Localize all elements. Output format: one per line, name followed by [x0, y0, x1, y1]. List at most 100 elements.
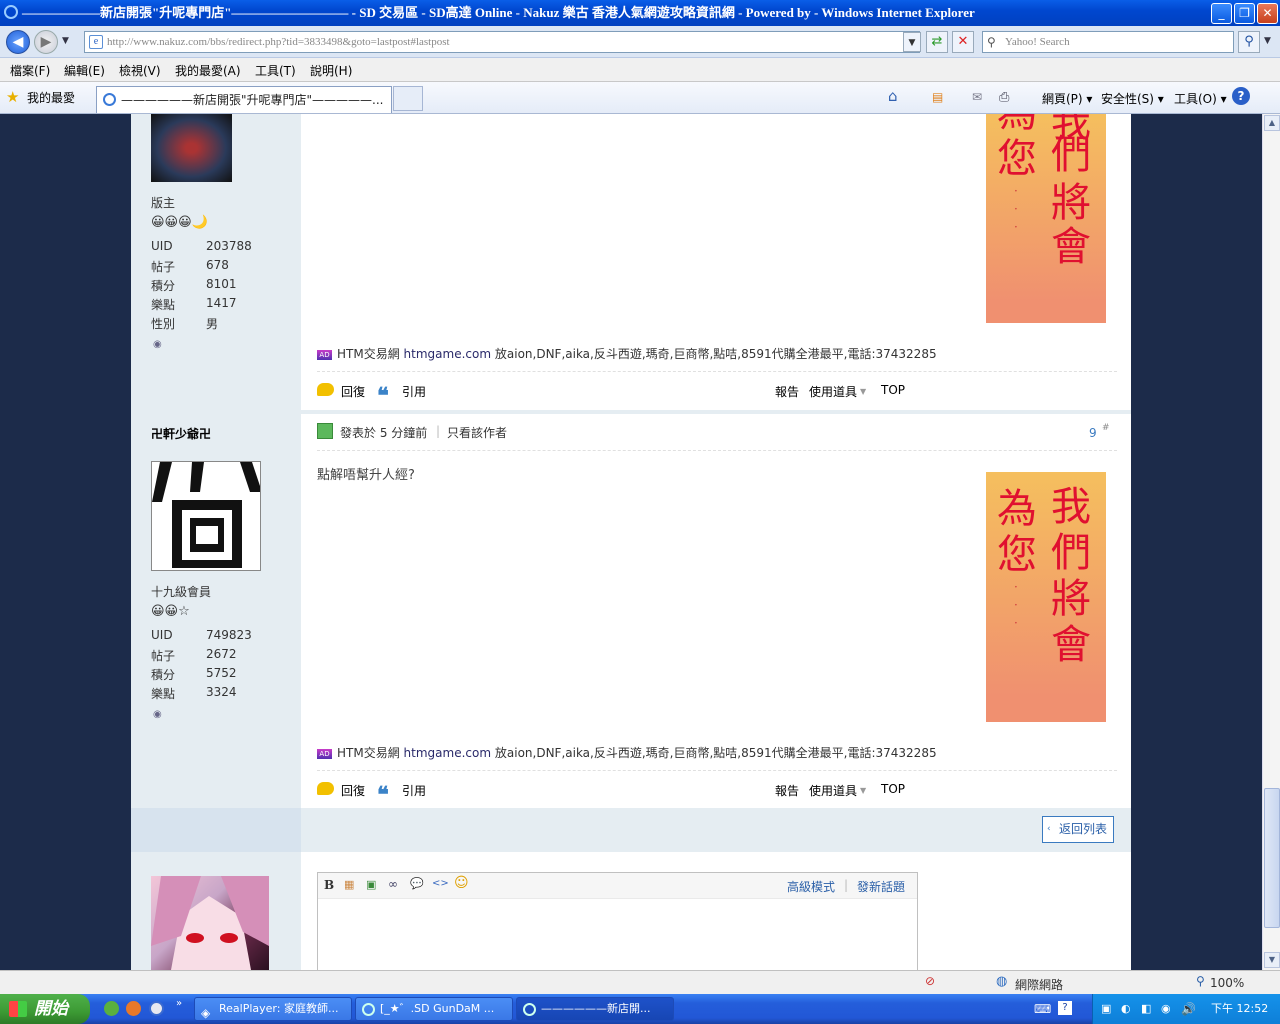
text-ad[interactable]: AD HTM交易網 htmgame.com 放aion,DNF,aika,反斗西遊… [317, 345, 937, 362]
avatar[interactable] [151, 876, 269, 970]
code-icon[interactable]: <> [432, 878, 449, 889]
menu-edit[interactable]: 編輯(E) [64, 62, 105, 79]
text-ad[interactable]: AD HTM交易網 htmgame.com 放aion,DNF,aika,反斗西遊… [317, 744, 937, 761]
tray-icon[interactable]: ◧ [1141, 994, 1151, 1024]
ad-link[interactable]: htmgame.com [404, 746, 492, 760]
keyboard-icon[interactable]: ⌨ [1034, 1002, 1051, 1016]
quote-button[interactable]: 引用 [402, 383, 426, 400]
avatar[interactable] [151, 461, 261, 571]
user-stats: UID 749823 帖子 2672 積分 5752 樂點 3324 [151, 628, 271, 704]
color-icon[interactable]: ▦ [344, 878, 354, 891]
bold-icon[interactable]: B [324, 878, 334, 892]
back-button[interactable]: ◀ [6, 30, 30, 54]
restore-button[interactable]: ❐ [1234, 3, 1255, 24]
tools-menu[interactable]: 工具(O) ▾ [1174, 90, 1227, 107]
feeds-icon[interactable]: ▤ [932, 90, 943, 104]
search-input[interactable]: ⚲ Yahoo! Search [982, 31, 1234, 53]
safety-menu[interactable]: 安全性(S) ▾ [1101, 90, 1164, 107]
quote-button[interactable]: 引用 [402, 782, 426, 799]
username[interactable]: 卍軒少爺卍 [151, 425, 211, 442]
stat-label: 樂點 [151, 298, 176, 312]
smiley-icon[interactable]: ☺ [454, 875, 469, 891]
taskbar-button-ie-active[interactable]: ——————新店開... [516, 997, 674, 1021]
minimize-button[interactable]: _ [1211, 3, 1232, 24]
volume-icon[interactable]: 🔊 [1181, 994, 1196, 1024]
ad-banner[interactable]: 為 您 ··· 我 們 將 會 [986, 114, 1106, 323]
quicklaunch-more-icon[interactable]: » [176, 998, 182, 1009]
taskbar-button-realplayer[interactable]: ◈ RealPlayer: 家庭教師... [194, 997, 352, 1021]
avatar[interactable] [151, 114, 232, 182]
ad-banner[interactable]: 為 您 ··· 我 們 將 會 [986, 472, 1106, 722]
home-icon[interactable]: ⌂ [888, 87, 898, 105]
tray-icon[interactable]: ◉ [1161, 994, 1171, 1024]
clock[interactable]: 下午 12:52 [1211, 994, 1268, 1024]
report-button[interactable]: 報告 [775, 383, 799, 400]
window-title: ——————新店開張"升呢專門店"————————— - SD 交易區 - SD… [22, 5, 975, 20]
zoom-level[interactable]: 100% [1210, 976, 1244, 990]
menu-help[interactable]: 說明(H) [310, 62, 352, 79]
help-tray-icon[interactable]: ? [1058, 1001, 1072, 1015]
top-link[interactable]: TOP [881, 782, 905, 796]
quote-insert-icon[interactable]: 💬 [410, 877, 424, 890]
scroll-thumb[interactable] [1264, 788, 1280, 928]
mail-icon[interactable]: ✉ [972, 90, 982, 104]
quote-icon: ❝ [377, 782, 389, 807]
back-to-list-button[interactable]: ‹ 返回列表 [1042, 816, 1114, 843]
ad-link[interactable]: htmgame.com [404, 347, 492, 361]
stat-value: 203788 [206, 239, 252, 253]
reply-button[interactable]: 回復 [341, 782, 365, 799]
status-bar: ⊘ ◍ 網際網路 ⚲ 100% [0, 970, 1280, 994]
menu-view[interactable]: 檢視(V) [119, 62, 161, 79]
print-icon[interactable]: ⎙ [999, 90, 1009, 105]
start-button[interactable]: 開始 [0, 994, 90, 1024]
menu-tools[interactable]: 工具(T) [255, 62, 296, 79]
history-dropdown-icon[interactable]: ▼ [62, 36, 69, 46]
back-to-list-label: 返回列表 [1059, 822, 1108, 836]
refresh-button[interactable]: ⇄ [926, 31, 948, 53]
media-icon[interactable] [149, 1001, 164, 1016]
new-topic-link[interactable]: 發新話題 [857, 878, 905, 895]
new-tab-button[interactable] [393, 86, 423, 111]
close-window-button[interactable]: ✕ [1257, 3, 1278, 24]
report-button[interactable]: 報告 [775, 782, 799, 799]
zoom-icon[interactable]: ⚲ [1196, 974, 1205, 988]
scroll-up-icon[interactable]: ▲ [1264, 115, 1280, 131]
address-input[interactable]: e http://www.nakuz.com/bbs/redirect.php?… [84, 31, 920, 53]
help-icon[interactable]: ? [1232, 87, 1250, 105]
only-author-link[interactable]: 只看該作者 [447, 424, 507, 441]
post-actions: 回復 ❝ 引用 報告 使用道具 ▼ TOP [317, 381, 1117, 408]
image-icon[interactable]: ▣ [366, 878, 376, 891]
vertical-scrollbar[interactable]: ▲ ▼ [1262, 114, 1280, 970]
scroll-down-icon[interactable]: ▼ [1264, 952, 1280, 968]
use-tool-button[interactable]: 使用道具 [809, 782, 857, 799]
ad-text: 放aion,DNF,aika,反斗西遊,瑪奇,巨商幣,點咭,8591代購全港最平… [494, 347, 937, 361]
use-tool-button[interactable]: 使用道具 [809, 383, 857, 400]
taskbar-button-label: ——————新店開... [541, 1002, 651, 1015]
link-icon[interactable]: ∞ [388, 877, 398, 891]
banner-char: 為 [997, 486, 1037, 532]
stat-value: 2672 [206, 647, 237, 661]
search-options-icon[interactable]: ▼ [1264, 36, 1271, 46]
stop-button[interactable]: ✕ [952, 31, 974, 53]
menu-file[interactable]: 檔案(F) [10, 62, 50, 79]
search-go-button[interactable]: ⚲ [1238, 31, 1260, 53]
favorites-bar: ★ 我的最愛 ——————新店開張"升呢專門店"—————... ⌂ ▤ ✉ ⎙… [0, 82, 1280, 114]
page-menu[interactable]: 網頁(P) ▾ [1042, 90, 1092, 107]
network-icon[interactable]: ▣ [1101, 994, 1111, 1024]
tray-icon[interactable]: ◐ [1121, 994, 1131, 1024]
quicklaunch-icon[interactable] [104, 1001, 119, 1016]
firefox-icon[interactable] [126, 1001, 141, 1016]
taskbar-button-ie[interactable]: [_★゛.SD GunDaM ... [355, 997, 513, 1021]
ie-icon [523, 1003, 536, 1016]
reply-button[interactable]: 回復 [341, 383, 365, 400]
reply-textarea[interactable] [318, 900, 917, 970]
floor-number[interactable]: 9 [1089, 426, 1097, 440]
address-dropdown-icon[interactable]: ▼ [903, 32, 921, 52]
browser-tab[interactable]: ——————新店開張"升呢專門店"—————... [96, 86, 392, 113]
menu-favorites[interactable]: 我的最愛(A) [175, 62, 241, 79]
favorites-button[interactable]: 我的最愛 [27, 89, 75, 106]
post-author-icon [317, 423, 333, 439]
forward-button[interactable]: ▶ [34, 30, 58, 54]
advanced-mode-link[interactable]: 高級模式 [787, 878, 835, 895]
top-link[interactable]: TOP [881, 383, 905, 397]
